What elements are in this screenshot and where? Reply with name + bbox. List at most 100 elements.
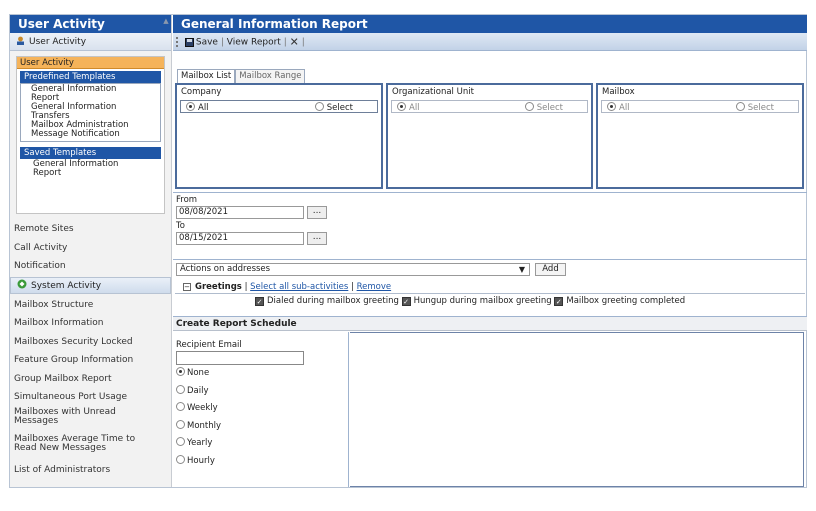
sidebar-item-call-activity[interactable]: Call Activity <box>10 239 171 258</box>
view-report-button[interactable]: View Report <box>227 37 281 47</box>
org-unit-filter: Organizational Unit All Select <box>386 83 593 189</box>
frequency-label: Daily <box>187 385 209 396</box>
sidebar: User Activity ▲ User Activity User Activ… <box>10 15 172 487</box>
radio-all[interactable]: All <box>397 102 420 114</box>
tab-strip: Mailbox List Mailbox Range <box>177 69 306 83</box>
to-date-input[interactable]: 08/15/2021 <box>176 232 304 245</box>
filter-title: Organizational Unit <box>392 87 474 97</box>
sidebar-item-label: User Activity <box>29 37 87 47</box>
remove-link[interactable]: Remove <box>357 282 392 292</box>
pipe: | <box>351 282 354 292</box>
sidebar-item-administrators[interactable]: List of Administrators <box>10 461 171 480</box>
from-date-input[interactable]: 08/08/2021 <box>176 206 304 219</box>
template-item[interactable]: General Information Report <box>31 85 131 103</box>
scroll-up-icon[interactable]: ▲ <box>162 17 170 27</box>
predefined-templates-list: General Information Report General Infor… <box>20 83 161 142</box>
radio-select[interactable]: Select <box>314 102 353 114</box>
toolbar-separator: | <box>220 37 224 48</box>
tab-mailbox-list[interactable]: Mailbox List <box>177 69 236 83</box>
template-item[interactable]: General Information Transfers <box>31 103 131 121</box>
actions-select[interactable]: Actions on addresses ▼ <box>176 263 530 276</box>
org-unit-radio-group: All Select <box>391 100 588 113</box>
select-all-link[interactable]: Select all sub-activities <box>250 282 348 292</box>
template-item[interactable]: Mailbox Administration Message Notificat… <box>31 121 149 139</box>
radio-select[interactable]: Select <box>735 102 774 114</box>
radio-select[interactable]: Select <box>524 102 563 114</box>
radio-icon <box>314 102 324 111</box>
radio-icon <box>176 402 185 411</box>
to-date-picker-button[interactable]: ... <box>307 232 327 245</box>
company-filter: Company All Select <box>175 83 383 189</box>
radio-all[interactable]: All <box>186 102 209 114</box>
sidebar-item-remote-sites[interactable]: Remote Sites <box>10 220 171 239</box>
sidebar-item-user-activity[interactable]: User Activity <box>10 33 171 51</box>
to-label: To <box>176 221 185 231</box>
page-title: General Information Report <box>173 15 807 33</box>
radio-icon <box>524 102 534 111</box>
check-icon: ✓ <box>554 297 564 306</box>
save-label: Save <box>195 37 218 47</box>
sidebar-item-average-time[interactable]: Mailboxes Average Time to Read New Messa… <box>10 434 160 459</box>
toolbar-separator: | <box>283 37 287 48</box>
saved-templates-header: Saved Templates <box>20 147 161 159</box>
check-icon: ✓ <box>401 297 411 306</box>
save-icon <box>184 37 194 47</box>
radio-icon <box>176 367 185 376</box>
company-radio-group: All Select <box>180 100 378 113</box>
frequency-weekly[interactable]: Weekly <box>176 400 348 418</box>
divider <box>175 293 805 294</box>
sidebar-item-unread-messages[interactable]: Mailboxes with Unread Messages <box>10 407 140 432</box>
from-label: From <box>176 195 198 205</box>
actions-select-value: Actions on addresses <box>180 264 271 274</box>
sidebar-item-label: System Activity <box>31 280 102 291</box>
sidebar-item-feature-group[interactable]: Feature Group Information <box>10 351 171 370</box>
radio-icon <box>397 102 406 111</box>
frequency-label: Yearly <box>187 438 213 448</box>
from-date-picker-button[interactable]: ... <box>307 206 327 219</box>
template-item[interactable]: General Information Report <box>33 160 133 178</box>
sidebar-list-b: Mailbox Structure Mailbox Information Ma… <box>10 296 171 480</box>
frequency-daily[interactable]: Daily <box>176 383 348 401</box>
collapse-icon[interactable]: − <box>183 283 191 291</box>
to-date-row: 08/15/2021... <box>176 232 807 245</box>
date-range-section: From 08/08/2021... To 08/15/2021... <box>173 192 807 254</box>
radio-label: All <box>409 103 420 113</box>
radio-icon <box>176 419 185 429</box>
frequency-hourly[interactable]: Hourly <box>176 453 348 471</box>
checkbox-dialed[interactable]: ✓ Dialed during mailbox greeting <box>255 296 399 306</box>
sidebar-item-port-usage[interactable]: Simultaneous Port Usage <box>10 388 171 407</box>
schedule-details-panel <box>350 332 804 487</box>
sidebar-item-system-activity[interactable]: System Activity <box>10 276 171 294</box>
recipient-email-label: Recipient Email <box>176 340 242 350</box>
frequency-none[interactable]: None <box>176 365 348 383</box>
pipe: | <box>244 282 248 292</box>
frequency-monthly[interactable]: Monthly <box>176 418 348 436</box>
checkbox-completed[interactable]: ✓ Mailbox greeting completed <box>554 296 685 306</box>
system-activity-icon <box>17 279 27 289</box>
checkbox-hungup[interactable]: ✓ Hungup during mailbox greeting <box>401 296 552 306</box>
radio-label: Select <box>326 103 353 113</box>
checkbox-label: Dialed during mailbox greeting <box>267 296 399 306</box>
user-icon <box>16 34 25 45</box>
sidebar-item-mailbox-structure[interactable]: Mailbox Structure <box>10 296 171 315</box>
sidebar-item-notification[interactable]: Notification <box>10 257 171 276</box>
add-button[interactable]: Add <box>535 263 566 276</box>
tab-mailbox-range[interactable]: Mailbox Range <box>235 69 306 83</box>
radio-label: Select <box>747 103 774 113</box>
sidebar-item-group-mailbox[interactable]: Group Mailbox Report <box>10 370 171 389</box>
radio-all[interactable]: All <box>607 102 630 114</box>
checkbox-label: Mailbox greeting completed <box>566 296 686 306</box>
sidebar-title: User Activity <box>10 15 171 33</box>
radio-icon <box>735 102 745 111</box>
filter-title: Company <box>181 87 222 97</box>
radio-icon <box>176 454 185 464</box>
close-icon[interactable]: ✕ <box>290 35 299 48</box>
schedule-section: Create Report Schedule Recipient Email N… <box>173 316 807 487</box>
save-button[interactable]: Save <box>184 37 218 48</box>
sidebar-item-mailbox-information[interactable]: Mailbox Information <box>10 314 171 333</box>
frequency-yearly[interactable]: Yearly <box>176 435 348 453</box>
checkbox-label: Hungup during mailbox greeting <box>413 296 552 306</box>
recipient-email-input[interactable] <box>176 351 304 365</box>
frequency-label: Monthly <box>187 420 222 431</box>
sidebar-item-security-locked[interactable]: Mailboxes Security Locked <box>10 333 171 352</box>
